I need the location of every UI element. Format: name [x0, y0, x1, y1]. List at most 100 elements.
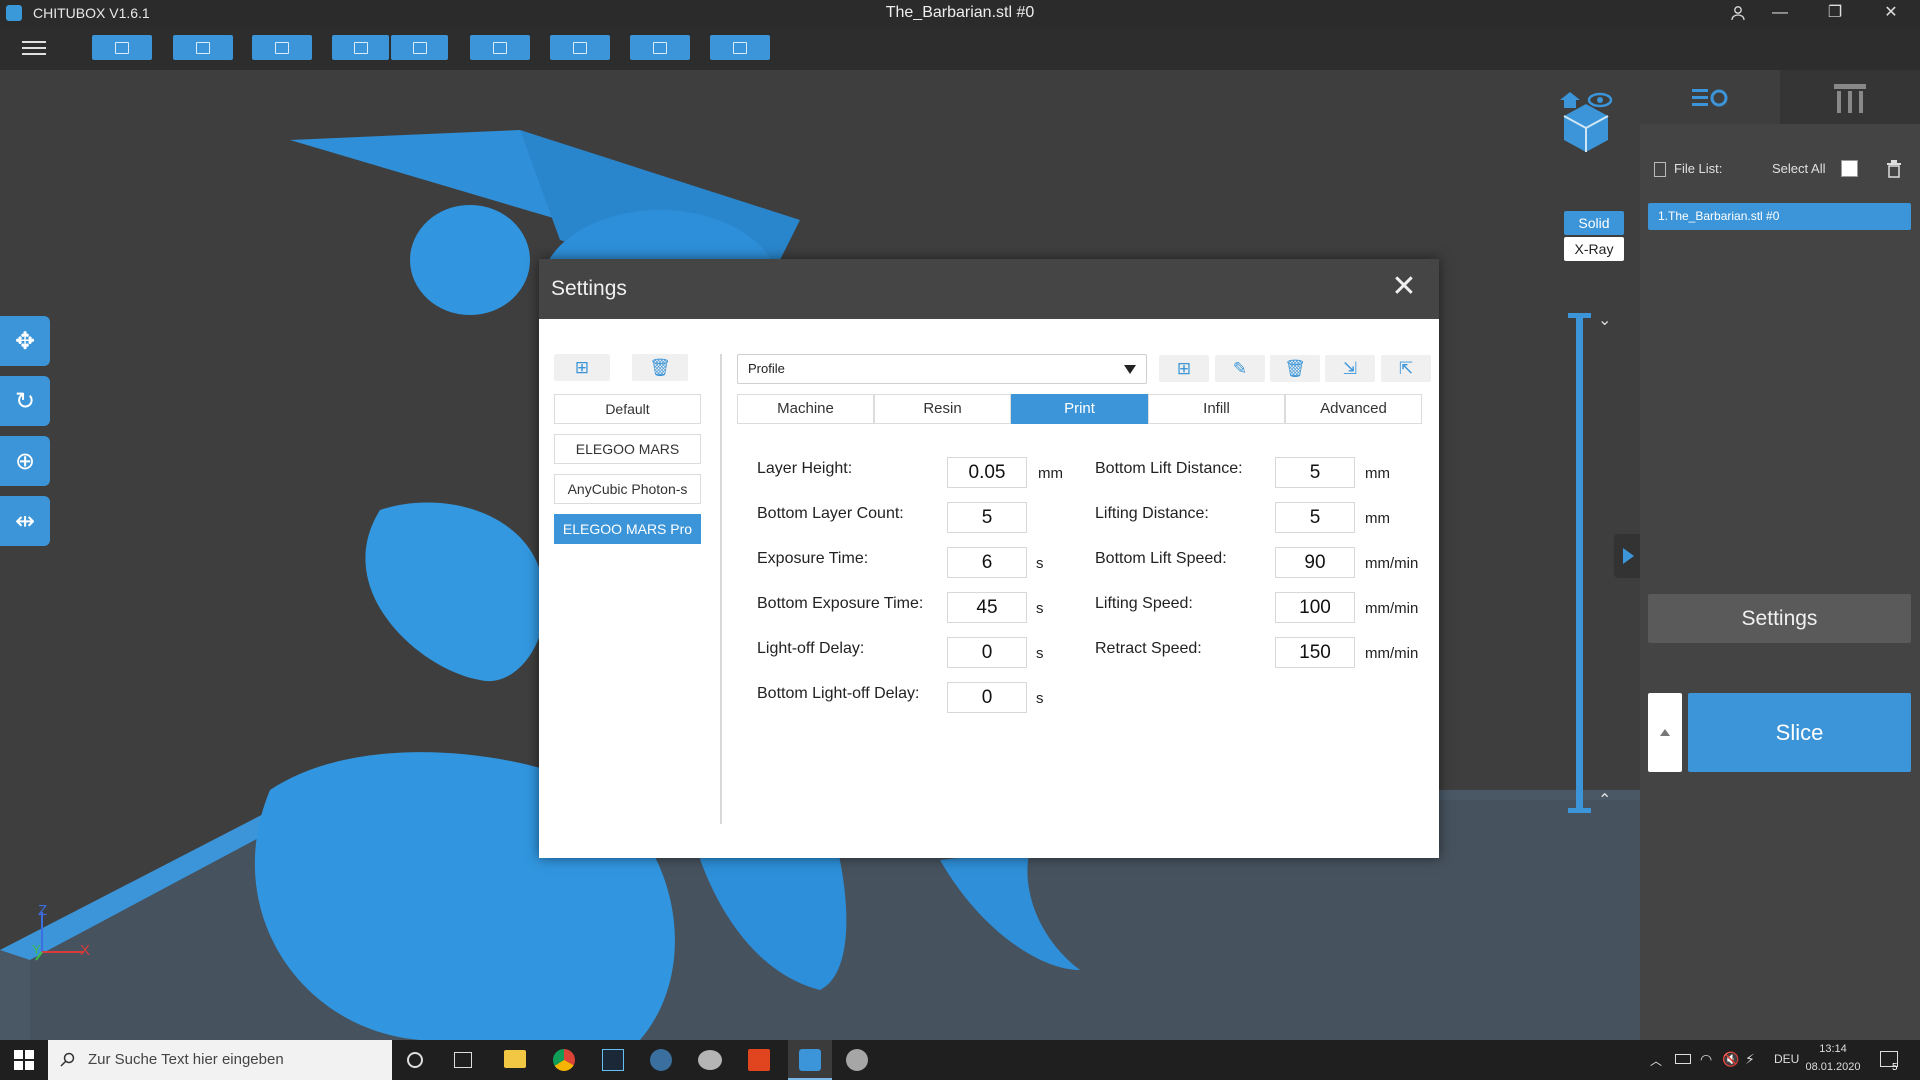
battery-icon[interactable] — [1675, 1054, 1691, 1064]
solid-view-button[interactable]: Solid — [1564, 211, 1624, 235]
scale-tool-button[interactable]: ⊕ — [0, 436, 50, 486]
restore-button[interactable]: ❐ — [1812, 0, 1858, 27]
bottom-layer-count-input[interactable]: 5 — [947, 502, 1027, 533]
bottom-lift-distance-label: Bottom Lift Distance: — [1095, 460, 1243, 477]
task-view-icon[interactable] — [454, 1052, 472, 1068]
move-icon: ✥ — [14, 327, 36, 355]
hollow-button[interactable] — [630, 35, 690, 60]
profile-select[interactable]: Profile — [737, 354, 1147, 384]
tab-machine[interactable]: Machine — [737, 394, 874, 424]
lifting-speed-input[interactable]: 100 — [1275, 592, 1355, 623]
bottom-light-off-delay-input[interactable]: 0 — [947, 682, 1027, 713]
layer-height-input[interactable]: 0.05 — [947, 457, 1027, 488]
redo-button[interactable] — [391, 35, 448, 60]
close-button[interactable]: ✕ — [1868, 0, 1914, 27]
xray-view-button[interactable]: X-Ray — [1564, 237, 1624, 261]
lifting-distance-input[interactable]: 5 — [1275, 502, 1355, 533]
profile-list-item[interactable]: AnyCubic Photon-s — [554, 474, 701, 504]
file-explorer-icon[interactable] — [504, 1050, 526, 1068]
bottom-lift-distance-input[interactable]: 5 — [1275, 457, 1355, 488]
select-icon — [275, 41, 289, 54]
tab-print[interactable]: Print — [1011, 394, 1148, 424]
title-bar: CHITUBOX V1.6.1 The_Barbarian.stl #0 — ❐… — [0, 0, 1920, 27]
axis-z-label: Z — [38, 902, 48, 919]
slicer-app-icon[interactable] — [602, 1049, 624, 1071]
adobe-icon[interactable] — [748, 1049, 770, 1071]
view-cube-icon[interactable] — [1556, 90, 1616, 154]
tab-supports[interactable] — [1780, 70, 1920, 124]
clock-date[interactable]: 08.01.2020 — [1804, 1061, 1862, 1073]
delete-preset-button[interactable]: 🗑 — [1270, 355, 1320, 382]
tab-resin[interactable]: Resin — [874, 394, 1011, 424]
steam-icon[interactable] — [650, 1049, 672, 1071]
right-panel: File List: Select All 1.The_Barbarian.st… — [1640, 70, 1920, 1040]
mirror-tool-button[interactable]: ⇹ — [0, 496, 50, 546]
trash-icon[interactable] — [1886, 160, 1902, 178]
add-profile-button[interactable]: ⊞ — [554, 354, 610, 381]
layer-slider-track[interactable] — [1576, 316, 1583, 810]
search-icon — [60, 1052, 75, 1067]
open-file-button[interactable] — [92, 35, 152, 60]
supports-button[interactable] — [550, 35, 610, 60]
layer-slider-top-handle[interactable] — [1568, 313, 1591, 318]
select-all-checkbox[interactable] — [1841, 160, 1858, 177]
layer-up-chevron-icon[interactable]: ⌄ — [1598, 310, 1611, 330]
bottom-lift-distance-unit: mm — [1365, 465, 1390, 482]
profile-list-item[interactable]: ELEGOO MARS — [554, 434, 701, 464]
profile-list-item-active[interactable]: ELEGOO MARS Pro — [554, 514, 701, 544]
select-button[interactable] — [252, 35, 312, 60]
layer-slider-bottom-handle[interactable] — [1568, 808, 1591, 813]
move-tool-button[interactable]: ✥ — [0, 316, 50, 366]
dialog-close-icon[interactable]: ✕ — [1389, 272, 1419, 303]
clock-time[interactable]: 13:14 — [1808, 1043, 1858, 1055]
file-list-item[interactable]: 1.The_Barbarian.stl #0 — [1648, 203, 1911, 230]
windows-start-icon[interactable] — [14, 1050, 34, 1070]
wifi-icon[interactable]: ◠ — [1700, 1051, 1712, 1068]
main-toolbar — [0, 27, 1920, 70]
tray-chevron-icon[interactable]: ︿ — [1650, 1052, 1662, 1069]
file-list-button[interactable] — [470, 35, 530, 60]
profile-list-item[interactable]: Default — [554, 394, 701, 424]
input-language[interactable]: DEU — [1774, 1052, 1799, 1066]
layer-down-chevron-icon[interactable]: ⌃ — [1598, 790, 1611, 810]
export-preset-button[interactable]: ⇱ — [1381, 355, 1431, 382]
cortana-icon[interactable] — [407, 1052, 423, 1068]
bottom-exposure-time-unit: s — [1036, 600, 1044, 617]
light-off-delay-input[interactable]: 0 — [947, 637, 1027, 668]
paint-icon[interactable] — [846, 1049, 868, 1071]
tab-infill[interactable]: Infill — [1148, 394, 1285, 424]
document-title: The_Barbarian.stl #0 — [885, 4, 1035, 21]
new-preset-button[interactable]: ⊞ — [1159, 355, 1209, 382]
tab-advanced[interactable]: Advanced — [1285, 394, 1422, 424]
chitubox-taskbar-button[interactable] — [788, 1040, 832, 1080]
hamburger-menu-icon[interactable] — [22, 37, 46, 57]
import-preset-button[interactable]: ⇲ — [1325, 355, 1375, 382]
export-icon: ⇱ — [1398, 359, 1414, 378]
exposure-time-input[interactable]: 6 — [947, 547, 1027, 578]
tab-model-settings[interactable] — [1640, 70, 1780, 124]
volume-mute-icon[interactable]: 🔇 — [1722, 1051, 1739, 1068]
supports-pillars-icon — [1834, 84, 1866, 113]
undo-button[interactable] — [332, 35, 389, 60]
hollow-icon — [653, 41, 667, 54]
minimize-button[interactable]: — — [1757, 0, 1803, 27]
panel-toggle-button[interactable] — [1614, 534, 1640, 578]
delete-profile-button[interactable]: 🗑 — [632, 354, 688, 381]
chrome-icon[interactable] — [553, 1049, 575, 1071]
settings-button[interactable]: Settings — [1648, 594, 1911, 643]
layer-height-label: Layer Height: — [757, 460, 853, 477]
edit-preset-button[interactable]: ✎ — [1215, 355, 1265, 382]
save-button[interactable] — [173, 35, 233, 60]
retract-speed-input[interactable]: 150 — [1275, 637, 1355, 668]
bottom-lift-speed-input[interactable]: 90 — [1275, 547, 1355, 578]
slice-preview-button[interactable] — [710, 35, 770, 60]
rotate-tool-button[interactable]: ↻ — [0, 376, 50, 426]
lifting-distance-label: Lifting Distance: — [1095, 505, 1209, 522]
slice-options-button[interactable] — [1648, 693, 1682, 772]
slice-button[interactable]: Slice — [1688, 693, 1911, 772]
network-icon[interactable]: ⚡ — [1745, 1051, 1755, 1068]
taskbar-search-box[interactable]: Zur Suche Text hier eingeben — [48, 1040, 392, 1080]
bottom-exposure-time-input[interactable]: 45 — [947, 592, 1027, 623]
app-icon[interactable] — [698, 1050, 722, 1070]
user-icon[interactable] — [1715, 0, 1761, 27]
